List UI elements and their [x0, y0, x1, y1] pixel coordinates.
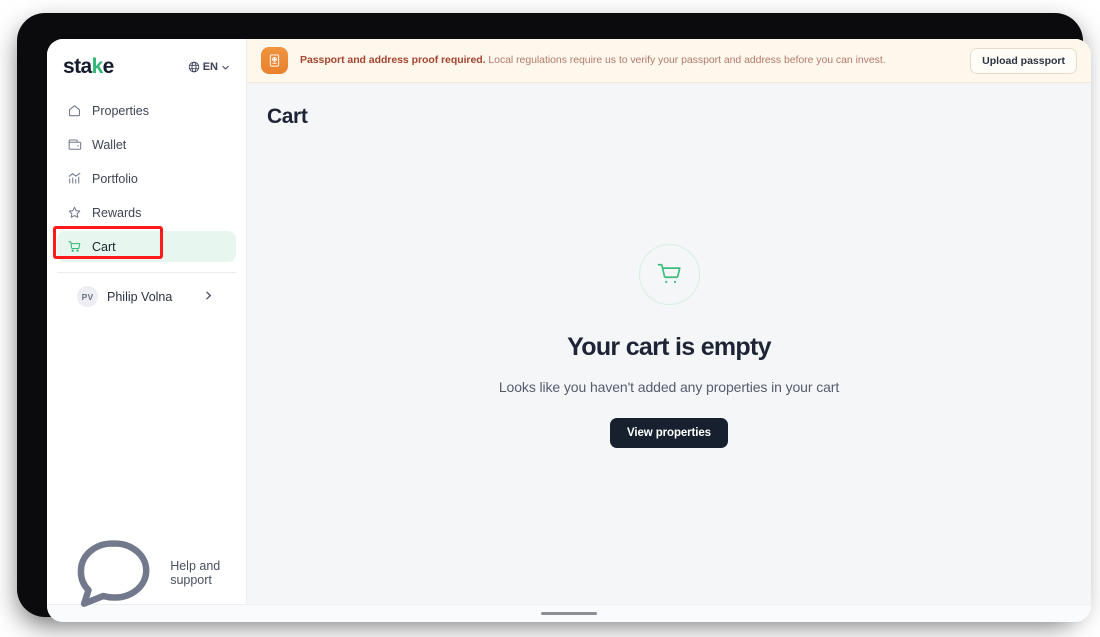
avatar: PV: [77, 286, 98, 307]
logo-text-tail: e: [102, 55, 115, 78]
language-label: EN: [202, 61, 218, 73]
screen-body: stake EN Properties Wallet Portfolio Rew…: [47, 39, 1091, 608]
upload-passport-button[interactable]: Upload passport: [970, 47, 1077, 74]
sidebar-item-wallet[interactable]: Wallet: [57, 129, 236, 160]
wallet-icon: [68, 139, 82, 150]
sidebar-item-properties[interactable]: Properties: [57, 95, 236, 126]
sidebar-item-label: Wallet: [92, 137, 127, 152]
sidebar-item-label: Properties: [92, 103, 149, 118]
sidebar-item-label: Portfolio: [92, 171, 138, 186]
device-frame: stake EN Properties Wallet Portfolio Rew…: [19, 15, 1091, 622]
cart-icon: [68, 241, 81, 252]
globe-icon: [188, 61, 200, 73]
home-outline-icon: [68, 105, 81, 117]
cart-icon: [657, 263, 681, 283]
language-selector[interactable]: EN: [188, 61, 230, 73]
help-label: Help and support: [170, 559, 221, 587]
profile-name: Philip Volna: [107, 289, 173, 304]
home-indicator-strip: [47, 604, 1091, 622]
stake-logo[interactable]: stake: [63, 55, 114, 79]
sidebar-item-cart[interactable]: Cart: [57, 231, 236, 262]
main-content: Passport and address proof required. Loc…: [247, 39, 1091, 604]
bar-chart-icon: [68, 172, 81, 184]
banner-message: Passport and address proof required. Loc…: [300, 54, 958, 68]
logo-text-main: sta: [63, 55, 92, 78]
passport-icon: [261, 47, 288, 74]
sidebar-item-portfolio[interactable]: Portfolio: [57, 163, 236, 194]
sidebar-item-label: Cart: [92, 239, 116, 254]
star-icon: [68, 206, 81, 218]
chat-bubble-icon: [77, 540, 150, 608]
sidebar-item-help-and-support[interactable]: Help and support: [57, 540, 236, 608]
sidebar-header: stake EN: [47, 39, 246, 89]
sidebar-nav: Properties Wallet Portfolio Rewards Cart…: [47, 89, 246, 312]
sidebar-divider: [57, 272, 236, 273]
cart-page: Cart Your cart is empty Looks like you h: [247, 83, 1091, 604]
view-properties-button[interactable]: View properties: [610, 417, 728, 448]
empty-cart-title: Your cart is empty: [567, 332, 771, 361]
kyc-banner: Passport and address proof required. Loc…: [247, 39, 1091, 83]
chevron-down-icon: [221, 63, 230, 72]
sidebar-footer: Help and support: [47, 540, 246, 608]
chevron-right-icon: [203, 288, 214, 306]
logo-text-accent: k: [91, 55, 104, 78]
empty-cart-state: Your cart is empty Looks like you haven'…: [247, 87, 1091, 604]
banner-detail: Local regulations require us to verify y…: [485, 53, 886, 66]
home-indicator-bar[interactable]: [541, 612, 597, 615]
sidebar-item-rewards[interactable]: Rewards: [57, 197, 236, 228]
device-screen: stake EN Properties Wallet Portfolio Rew…: [47, 39, 1091, 622]
sidebar-item-label: Rewards: [92, 205, 142, 220]
empty-cart-icon-circle: [638, 243, 700, 305]
sidebar: stake EN Properties Wallet Portfolio Rew…: [47, 39, 247, 608]
empty-cart-subtitle: Looks like you haven't added any propert…: [498, 378, 840, 395]
profile-row[interactable]: PV Philip Volna: [67, 281, 226, 312]
banner-title: Passport and address proof required.: [300, 53, 486, 66]
